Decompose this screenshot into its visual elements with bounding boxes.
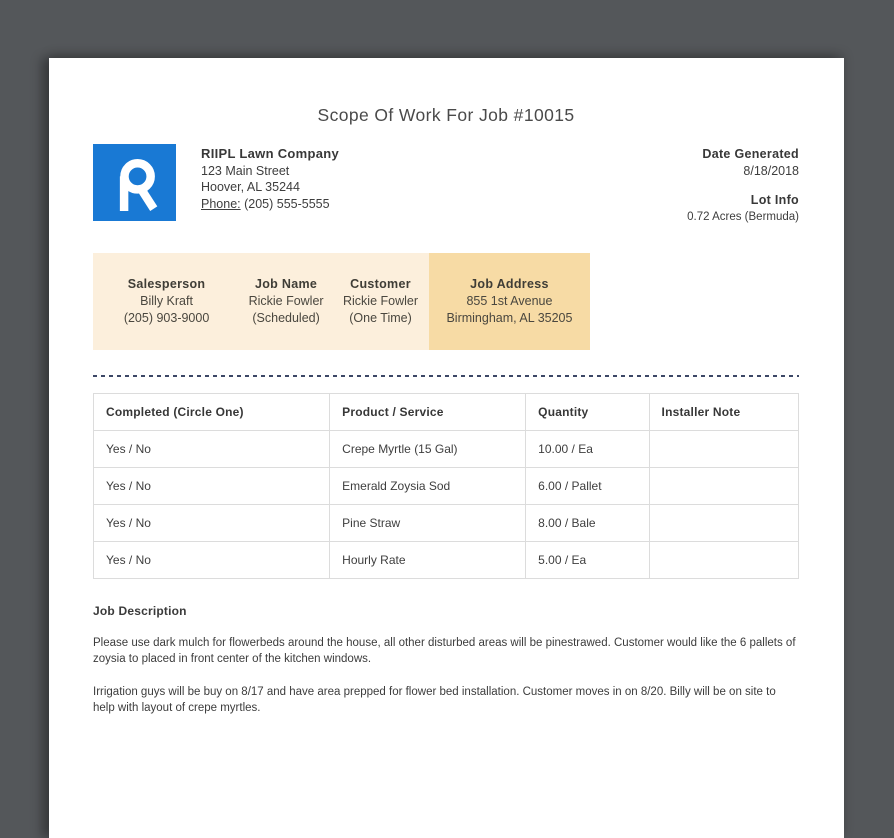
document-page: Scope Of Work For Job #10015 RIIPL Lawn …: [49, 58, 844, 838]
company-address-line1: 123 Main Street: [201, 163, 290, 178]
job-name-value: Rickie Fowler: [248, 294, 324, 308]
completed-cell: Yes / No: [92, 430, 331, 468]
date-generated-value: 8/18/2018: [743, 163, 799, 178]
job-name-label: Job Name: [255, 277, 318, 291]
installer-note-cell: [648, 430, 800, 468]
product-cell: Crepe Myrtle (15 Gal): [329, 430, 527, 468]
customer-label: Customer: [350, 277, 411, 291]
riipl-r-icon: [119, 159, 158, 211]
quantity-cell: 10.00 / Ea: [525, 430, 650, 468]
salesperson-label: Salesperson: [127, 277, 206, 291]
quantity-cell: 8.00 / Bale: [525, 504, 650, 542]
lot-info-label: Lot Info: [750, 193, 799, 207]
installer-note-cell: [648, 504, 800, 542]
job-address-line2: Birmingham, AL 35205: [446, 311, 573, 325]
header-installer-note: Installer Note: [648, 393, 800, 431]
table-row: Yes / No Crepe Myrtle (15 Gal) 10.00 / E…: [92, 430, 800, 468]
salesperson-name: Billy Kraft: [140, 294, 193, 308]
company-info: RIIPL Lawn Company 123 Main Street Hoove…: [201, 144, 339, 225]
page-title: Scope Of Work For Job #10015: [317, 105, 575, 125]
summary-cell-job-name: Job Name Rickie Fowler (Scheduled): [240, 253, 332, 350]
dashed-divider: [93, 375, 799, 377]
work-items-table: Completed (Circle One) Product / Service…: [92, 393, 800, 579]
installer-note-cell: [648, 467, 800, 505]
desktop-backdrop: { "page": { "title": "Scope Of Work For …: [0, 0, 894, 838]
company-name: RIIPL Lawn Company: [201, 146, 340, 161]
company-block: RIIPL Lawn Company 123 Main Street Hoove…: [93, 144, 339, 225]
header-product-service: Product / Service: [329, 393, 527, 431]
document-header: RIIPL Lawn Company 123 Main Street Hoove…: [93, 144, 799, 225]
quantity-cell: 6.00 / Pallet: [525, 467, 650, 505]
customer-type: (One Time): [349, 311, 412, 325]
job-description-heading: Job Description: [93, 604, 187, 618]
job-summary-band: Salesperson Billy Kraft (205) 903-9000 J…: [93, 253, 590, 350]
phone-label: Phone:: [201, 196, 241, 211]
summary-cell-customer: Customer Rickie Fowler (One Time): [332, 253, 429, 350]
job-description-section: Job Description Please use dark mulch fo…: [93, 604, 799, 716]
company-logo: [93, 144, 176, 221]
table-row: Yes / No Hourly Rate 5.00 / Ea: [92, 541, 800, 579]
product-cell: Hourly Rate: [329, 541, 527, 579]
job-description-paragraph-1: Please use dark mulch for flowerbeds aro…: [93, 637, 796, 665]
job-description-paragraph-2: Irrigation guys will be buy on 8/17 and …: [93, 686, 776, 714]
customer-name: Rickie Fowler: [342, 294, 418, 308]
completed-cell: Yes / No: [92, 541, 331, 579]
phone-number: (205) 555-5555: [244, 196, 330, 211]
header-completed: Completed (Circle One): [92, 393, 331, 431]
job-address-line1: 855 1st Avenue: [466, 294, 553, 308]
quantity-cell: 5.00 / Ea: [525, 541, 650, 579]
summary-cell-salesperson: Salesperson Billy Kraft (205) 903-9000: [93, 253, 240, 350]
salesperson-phone: (205) 903-9000: [123, 311, 210, 325]
lot-info-value: 0.72 Acres (Bermuda): [687, 210, 799, 223]
job-address-label: Job Address: [470, 277, 549, 291]
date-generated-label: Date Generated: [702, 147, 799, 161]
table-header-row: Completed (Circle One) Product / Service…: [92, 393, 800, 431]
table-row: Yes / No Pine Straw 8.00 / Bale: [92, 504, 800, 542]
header-quantity: Quantity: [525, 393, 650, 431]
company-phone: Phone: (205) 555-5555: [201, 196, 339, 213]
job-name-status: (Scheduled): [252, 311, 320, 325]
completed-cell: Yes / No: [92, 467, 331, 505]
installer-note-cell: [648, 541, 800, 579]
summary-cell-job-address: Job Address 855 1st Avenue Birmingham, A…: [428, 253, 590, 350]
product-cell: Pine Straw: [329, 504, 527, 542]
completed-cell: Yes / No: [92, 504, 331, 542]
table-row: Yes / No Emerald Zoysia Sod 6.00 / Palle…: [92, 467, 800, 505]
document-meta: Date Generated 8/18/2018 Lot Info 0.72 A…: [687, 144, 799, 225]
company-address-line2: Hoover, AL 35244: [201, 180, 300, 194]
product-cell: Emerald Zoysia Sod: [329, 467, 527, 505]
